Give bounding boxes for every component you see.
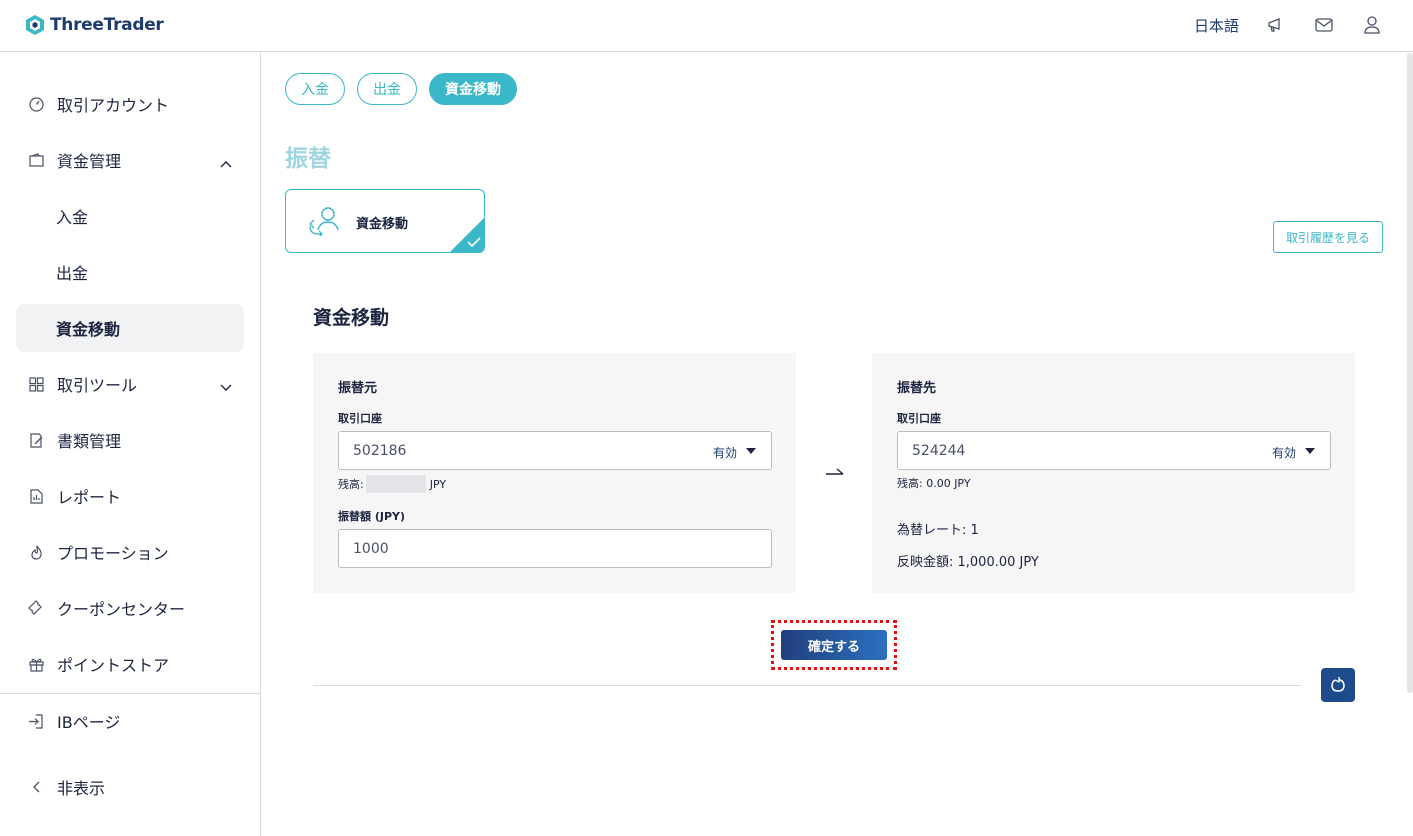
to-balance: 残高: 0.00 JPY [897, 477, 971, 490]
sidebar-item-deposit[interactable]: 入金 [16, 192, 244, 240]
confirm-highlight: 確定する [771, 620, 897, 670]
report-icon [28, 488, 44, 504]
sidebar-hide-button[interactable]: 非表示 [16, 763, 244, 811]
tab-withdrawal[interactable]: 出金 [357, 73, 417, 105]
sidebar-item-label: ポイントストア [57, 656, 170, 675]
sidebar: 取引アカウント 資金管理 入金 出金 資金移動 取引ツール 書類管理 レポート … [0, 53, 261, 836]
sidebar-item-fund-transfer[interactable]: 資金移動 [16, 304, 244, 352]
arrow-right-icon [824, 463, 846, 482]
tools-icon [28, 376, 44, 392]
sidebar-item-coupon-center[interactable]: クーポンセンター [16, 584, 244, 632]
login-icon [28, 713, 44, 729]
megaphone-icon[interactable] [1265, 14, 1287, 36]
to-account-status: 有効 [1271, 446, 1296, 460]
confirm-button[interactable]: 確定する [781, 630, 887, 660]
refresh-icon [1331, 677, 1345, 692]
sidebar-item-label: 出金 [56, 264, 89, 283]
sidebar-item-promotions[interactable]: プロモーション [16, 528, 244, 576]
from-account-status: 有効 [712, 446, 737, 460]
tab-fund-transfer[interactable]: 資金移動 [429, 73, 517, 105]
transfer-type-card[interactable]: 資金移動 [285, 189, 485, 253]
wallet-icon [28, 152, 44, 168]
flame-icon [28, 544, 44, 560]
scrollbar[interactable] [1407, 53, 1413, 693]
from-account-value: 502186 [353, 443, 407, 459]
sidebar-item-label: 取引アカウント [57, 96, 170, 115]
amount-label: 振替額 (JPY) [338, 510, 406, 523]
sidebar-item-point-store[interactable]: ポイントストア [16, 640, 244, 688]
user-transfer-icon [308, 206, 344, 240]
dropdown-arrow-icon [1305, 448, 1315, 454]
tab-deposit[interactable]: 入金 [285, 73, 345, 105]
sidebar-item-trading-accounts[interactable]: 取引アカウント [16, 80, 244, 128]
sidebar-item-label: 入金 [56, 208, 89, 227]
sidebar-divider [0, 693, 260, 694]
ticket-icon [28, 600, 44, 616]
sidebar-item-label: クーポンセンター [57, 600, 186, 619]
speedometer-icon [28, 96, 44, 112]
sidebar-item-label: IBページ [57, 713, 121, 732]
from-balance-prefix: 残高: [338, 478, 364, 491]
check-icon [450, 218, 484, 252]
chevron-left-icon [28, 779, 44, 795]
dropdown-arrow-icon [746, 448, 756, 454]
to-account-value: 524244 [912, 443, 966, 459]
transfer-from-panel: 振替元 取引口座 502186 有効 残高: JPY 振替額 (JPY) 100… [313, 353, 796, 593]
reflected-amount: 反映金額: 1,000.00 JPY [897, 555, 1039, 570]
from-balance: 残高: JPY [338, 475, 446, 493]
amount-input[interactable]: 1000 [338, 529, 772, 568]
chevron-up-icon [220, 153, 232, 172]
from-title: 振替元 [338, 381, 378, 396]
balance-mask [365, 475, 426, 493]
logo-icon [26, 15, 44, 35]
sidebar-item-label: 書類管理 [57, 432, 122, 451]
from-account-label: 取引口座 [338, 412, 382, 425]
transfer-type-label: 資金移動 [356, 217, 409, 232]
top-header: ThreeTrader 日本語 [0, 0, 1413, 52]
sidebar-item-label: 非表示 [57, 779, 106, 798]
to-title: 振替先 [897, 381, 937, 396]
logo-text: ThreeTrader [50, 15, 164, 35]
from-account-select[interactable]: 502186 有効 [338, 431, 772, 470]
sidebar-item-reports[interactable]: レポート [16, 472, 244, 520]
to-account-label: 取引口座 [897, 412, 941, 425]
sidebar-item-label: 取引ツール [57, 376, 138, 395]
sidebar-item-label: 資金管理 [57, 152, 122, 171]
from-balance-currency: JPY [429, 477, 447, 491]
sidebar-item-funds-management[interactable]: 資金管理 [16, 136, 244, 184]
refresh-button[interactable] [1321, 668, 1355, 702]
exchange-rate: 為替レート: 1 [897, 523, 979, 538]
mail-icon[interactable] [1313, 14, 1335, 36]
logo[interactable]: ThreeTrader [24, 14, 164, 36]
gift-icon [28, 656, 44, 672]
transfer-to-panel: 振替先 取引口座 524244 有効 残高: 0.00 JPY 為替レート: 1… [872, 353, 1355, 593]
sidebar-item-label: レポート [57, 488, 122, 507]
user-icon[interactable] [1361, 14, 1383, 36]
language-selector[interactable]: 日本語 [1194, 15, 1239, 36]
sidebar-item-trading-tools[interactable]: 取引ツール [16, 360, 244, 408]
sidebar-item-label: 資金移動 [56, 320, 121, 339]
sidebar-item-label: プロモーション [57, 544, 169, 563]
sidebar-item-withdrawal[interactable]: 出金 [16, 248, 244, 296]
chevron-down-icon [220, 377, 232, 396]
sidebar-item-documents[interactable]: 書類管理 [16, 416, 244, 464]
main-content: 入金 出金 資金移動 振替 資金移動 取引履歴を見る 資金移動 振替元 取引口座… [262, 53, 1413, 836]
divider [313, 685, 1301, 686]
sidebar-item-ib-page[interactable]: IBページ [16, 697, 244, 745]
document-edit-icon [28, 432, 44, 448]
section-title: 資金移動 [313, 307, 390, 329]
page-title: 振替 [285, 146, 331, 172]
to-account-select[interactable]: 524244 有効 [897, 431, 1331, 470]
view-history-button[interactable]: 取引履歴を見る [1273, 221, 1383, 253]
